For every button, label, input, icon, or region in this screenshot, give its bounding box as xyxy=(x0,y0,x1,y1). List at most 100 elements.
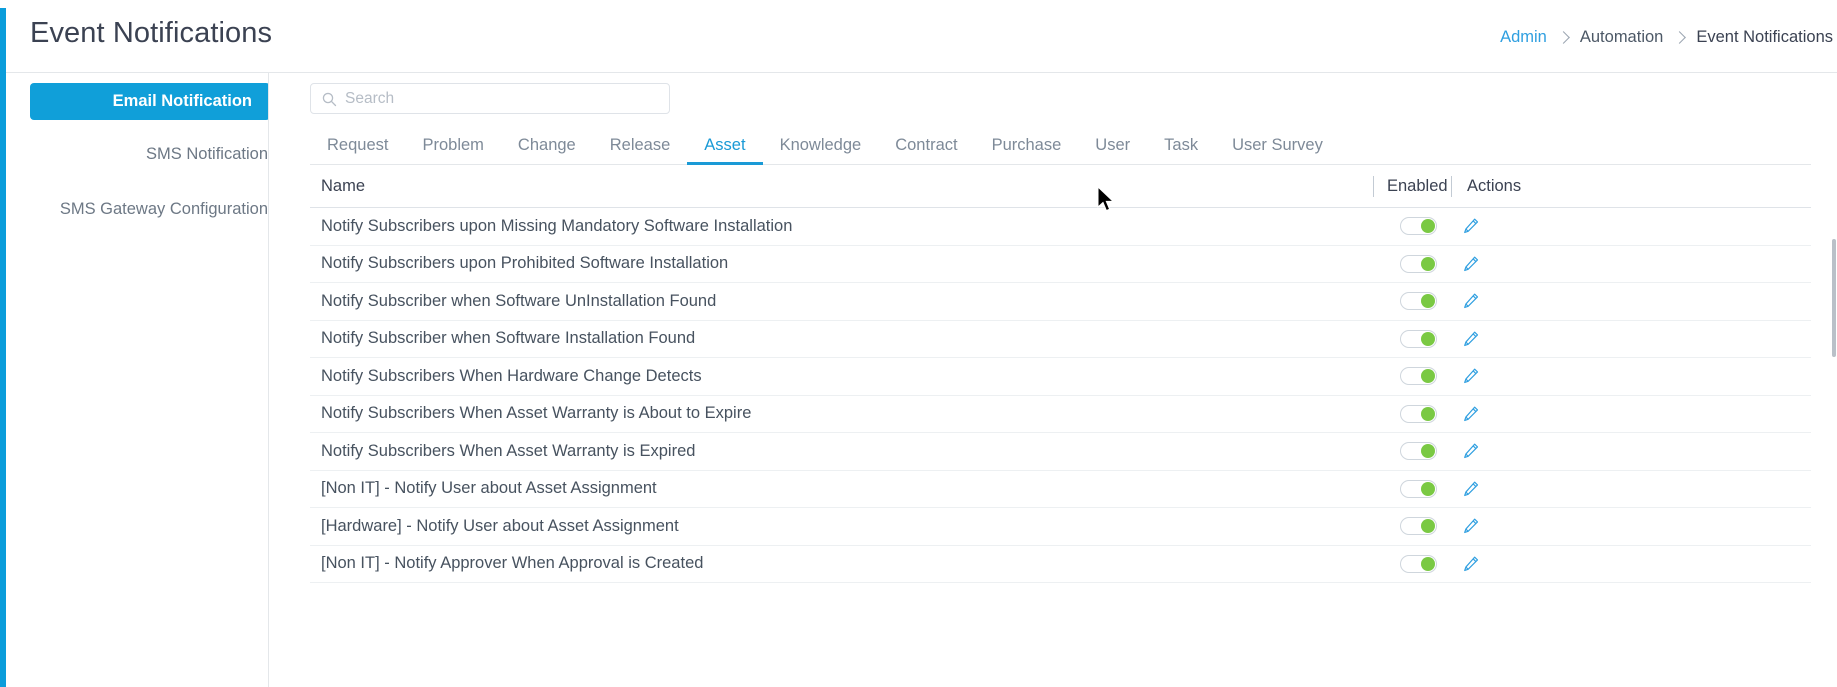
table-row[interactable]: [Non IT] - Notify Approver When Approval… xyxy=(310,546,1811,583)
enabled-cell xyxy=(1383,217,1453,236)
sidebar: Email Notification SMS Notification SMS … xyxy=(6,73,270,687)
toggle-knob xyxy=(1420,444,1435,459)
tab-release[interactable]: Release xyxy=(593,136,688,165)
tab-task[interactable]: Task xyxy=(1147,136,1215,165)
tab-bar: Request Problem Change Release Asset Kno… xyxy=(310,123,1811,165)
tab-problem[interactable]: Problem xyxy=(405,136,500,165)
edit-button[interactable] xyxy=(1460,290,1482,312)
search-container xyxy=(310,83,670,114)
edit-pencil-icon xyxy=(1464,368,1479,384)
enabled-toggle[interactable] xyxy=(1399,367,1437,386)
event-notifications-page: Event Notifications Admin Automation Eve… xyxy=(0,0,1837,687)
notification-name: Notify Subscriber when Software UnInstal… xyxy=(321,291,717,310)
actions-cell xyxy=(1460,553,1520,575)
notification-name: Notify Subscribers When Hardware Change … xyxy=(321,366,702,385)
tab-contract[interactable]: Contract xyxy=(878,136,974,165)
tab-knowledge[interactable]: Knowledge xyxy=(763,136,879,165)
breadcrumb-item-current: Event Notifications xyxy=(1696,28,1833,46)
column-separator xyxy=(1451,176,1452,197)
toggle-knob xyxy=(1420,331,1435,346)
edit-pencil-icon xyxy=(1464,256,1479,271)
sidebar-item-sms-notification[interactable]: SMS Notification xyxy=(30,136,268,173)
enabled-toggle[interactable] xyxy=(1399,442,1437,461)
enabled-cell xyxy=(1383,367,1453,386)
table-row[interactable]: Notify Subscriber when Software UnInstal… xyxy=(310,283,1811,321)
tab-user-survey[interactable]: User Survey xyxy=(1215,136,1340,165)
column-header-name: Name xyxy=(321,176,366,195)
edit-pencil-icon xyxy=(1464,518,1479,534)
search-box[interactable] xyxy=(310,83,670,114)
actions-cell xyxy=(1460,290,1520,312)
edit-button[interactable] xyxy=(1460,553,1482,575)
breadcrumb-item-admin[interactable]: Admin xyxy=(1491,28,1556,47)
edit-button[interactable] xyxy=(1460,478,1482,500)
chevron-right-icon xyxy=(1673,31,1687,44)
toggle-knob xyxy=(1420,256,1435,271)
enabled-cell xyxy=(1383,329,1453,348)
enabled-toggle[interactable] xyxy=(1399,292,1437,311)
notification-name: [Non IT] - Notify User about Asset Assig… xyxy=(321,479,657,498)
actions-cell xyxy=(1460,328,1520,350)
enabled-toggle[interactable] xyxy=(1399,217,1437,236)
table-row[interactable]: Notify Subscribers When Asset Warranty i… xyxy=(310,433,1811,471)
enabled-toggle[interactable] xyxy=(1399,254,1437,273)
enabled-cell xyxy=(1383,254,1453,273)
edit-pencil-icon xyxy=(1464,556,1479,571)
actions-cell xyxy=(1460,215,1520,237)
edit-button[interactable] xyxy=(1460,365,1482,387)
enabled-toggle[interactable] xyxy=(1399,554,1437,573)
vertical-scrollbar[interactable] xyxy=(1832,239,1837,687)
actions-cell xyxy=(1460,253,1520,275)
actions-cell xyxy=(1460,403,1520,425)
search-input[interactable] xyxy=(311,84,669,113)
breadcrumb: Admin Automation Event Notifications xyxy=(1491,28,1837,47)
edit-button[interactable] xyxy=(1460,215,1482,237)
enabled-toggle[interactable] xyxy=(1399,517,1437,536)
toggle-knob xyxy=(1420,481,1435,496)
actions-cell xyxy=(1460,515,1520,537)
notification-name: Notify Subscribers When Asset Warranty i… xyxy=(321,404,752,423)
enabled-cell xyxy=(1383,554,1453,573)
column-header-actions: Actions xyxy=(1467,176,1522,195)
edit-button[interactable] xyxy=(1460,515,1482,537)
edit-pencil-icon xyxy=(1464,481,1479,496)
enabled-toggle[interactable] xyxy=(1399,479,1437,498)
enabled-cell xyxy=(1383,517,1453,536)
sidebar-item-sms-gateway-configuration[interactable]: SMS Gateway Configuration xyxy=(30,191,268,228)
edit-button[interactable] xyxy=(1460,403,1482,425)
main-content: Request Problem Change Release Asset Kno… xyxy=(269,73,1837,687)
scrollbar-thumb[interactable] xyxy=(1832,239,1836,357)
breadcrumb-item-automation[interactable]: Automation xyxy=(1571,28,1672,47)
notification-name: [Non IT] - Notify Approver When Approval… xyxy=(321,554,704,573)
enabled-cell xyxy=(1383,442,1453,461)
notification-name: [Hardware] - Notify User about Asset Ass… xyxy=(321,516,679,535)
page-title: Event Notifications xyxy=(30,17,273,49)
enabled-cell xyxy=(1383,404,1453,423)
table-row[interactable]: Notify Subscriber when Software Installa… xyxy=(310,321,1811,358)
sidebar-item-email-notification[interactable]: Email Notification xyxy=(30,83,270,120)
edit-button[interactable] xyxy=(1460,440,1482,462)
tab-asset[interactable]: Asset xyxy=(687,136,763,165)
table-row[interactable]: Notify Subscribers When Asset Warranty i… xyxy=(310,396,1811,433)
page-header: Event Notifications Admin Automation Eve… xyxy=(6,0,1837,73)
edit-button[interactable] xyxy=(1460,253,1482,275)
table-row[interactable]: Notify Subscribers upon Missing Mandator… xyxy=(310,208,1811,246)
table-row[interactable]: Notify Subscribers When Hardware Change … xyxy=(310,358,1811,396)
tab-change[interactable]: Change xyxy=(501,136,593,165)
tab-purchase[interactable]: Purchase xyxy=(975,136,1079,165)
table-row[interactable]: [Hardware] - Notify User about Asset Ass… xyxy=(310,508,1811,546)
tab-user[interactable]: User xyxy=(1078,136,1147,165)
notification-name: Notify Subscriber when Software Installa… xyxy=(321,329,696,348)
table-body: Notify Subscribers upon Missing Mandator… xyxy=(310,208,1811,583)
edit-button[interactable] xyxy=(1460,328,1482,350)
toggle-knob xyxy=(1420,556,1435,571)
edit-pencil-icon xyxy=(1464,293,1479,309)
edit-pencil-icon xyxy=(1464,443,1479,459)
table-row[interactable]: Notify Subscribers upon Prohibited Softw… xyxy=(310,246,1811,283)
actions-cell xyxy=(1460,440,1520,462)
enabled-toggle[interactable] xyxy=(1399,329,1437,348)
toggle-knob xyxy=(1420,519,1435,534)
table-row[interactable]: [Non IT] - Notify User about Asset Assig… xyxy=(310,471,1811,508)
enabled-toggle[interactable] xyxy=(1399,404,1437,423)
tab-request[interactable]: Request xyxy=(310,136,405,165)
